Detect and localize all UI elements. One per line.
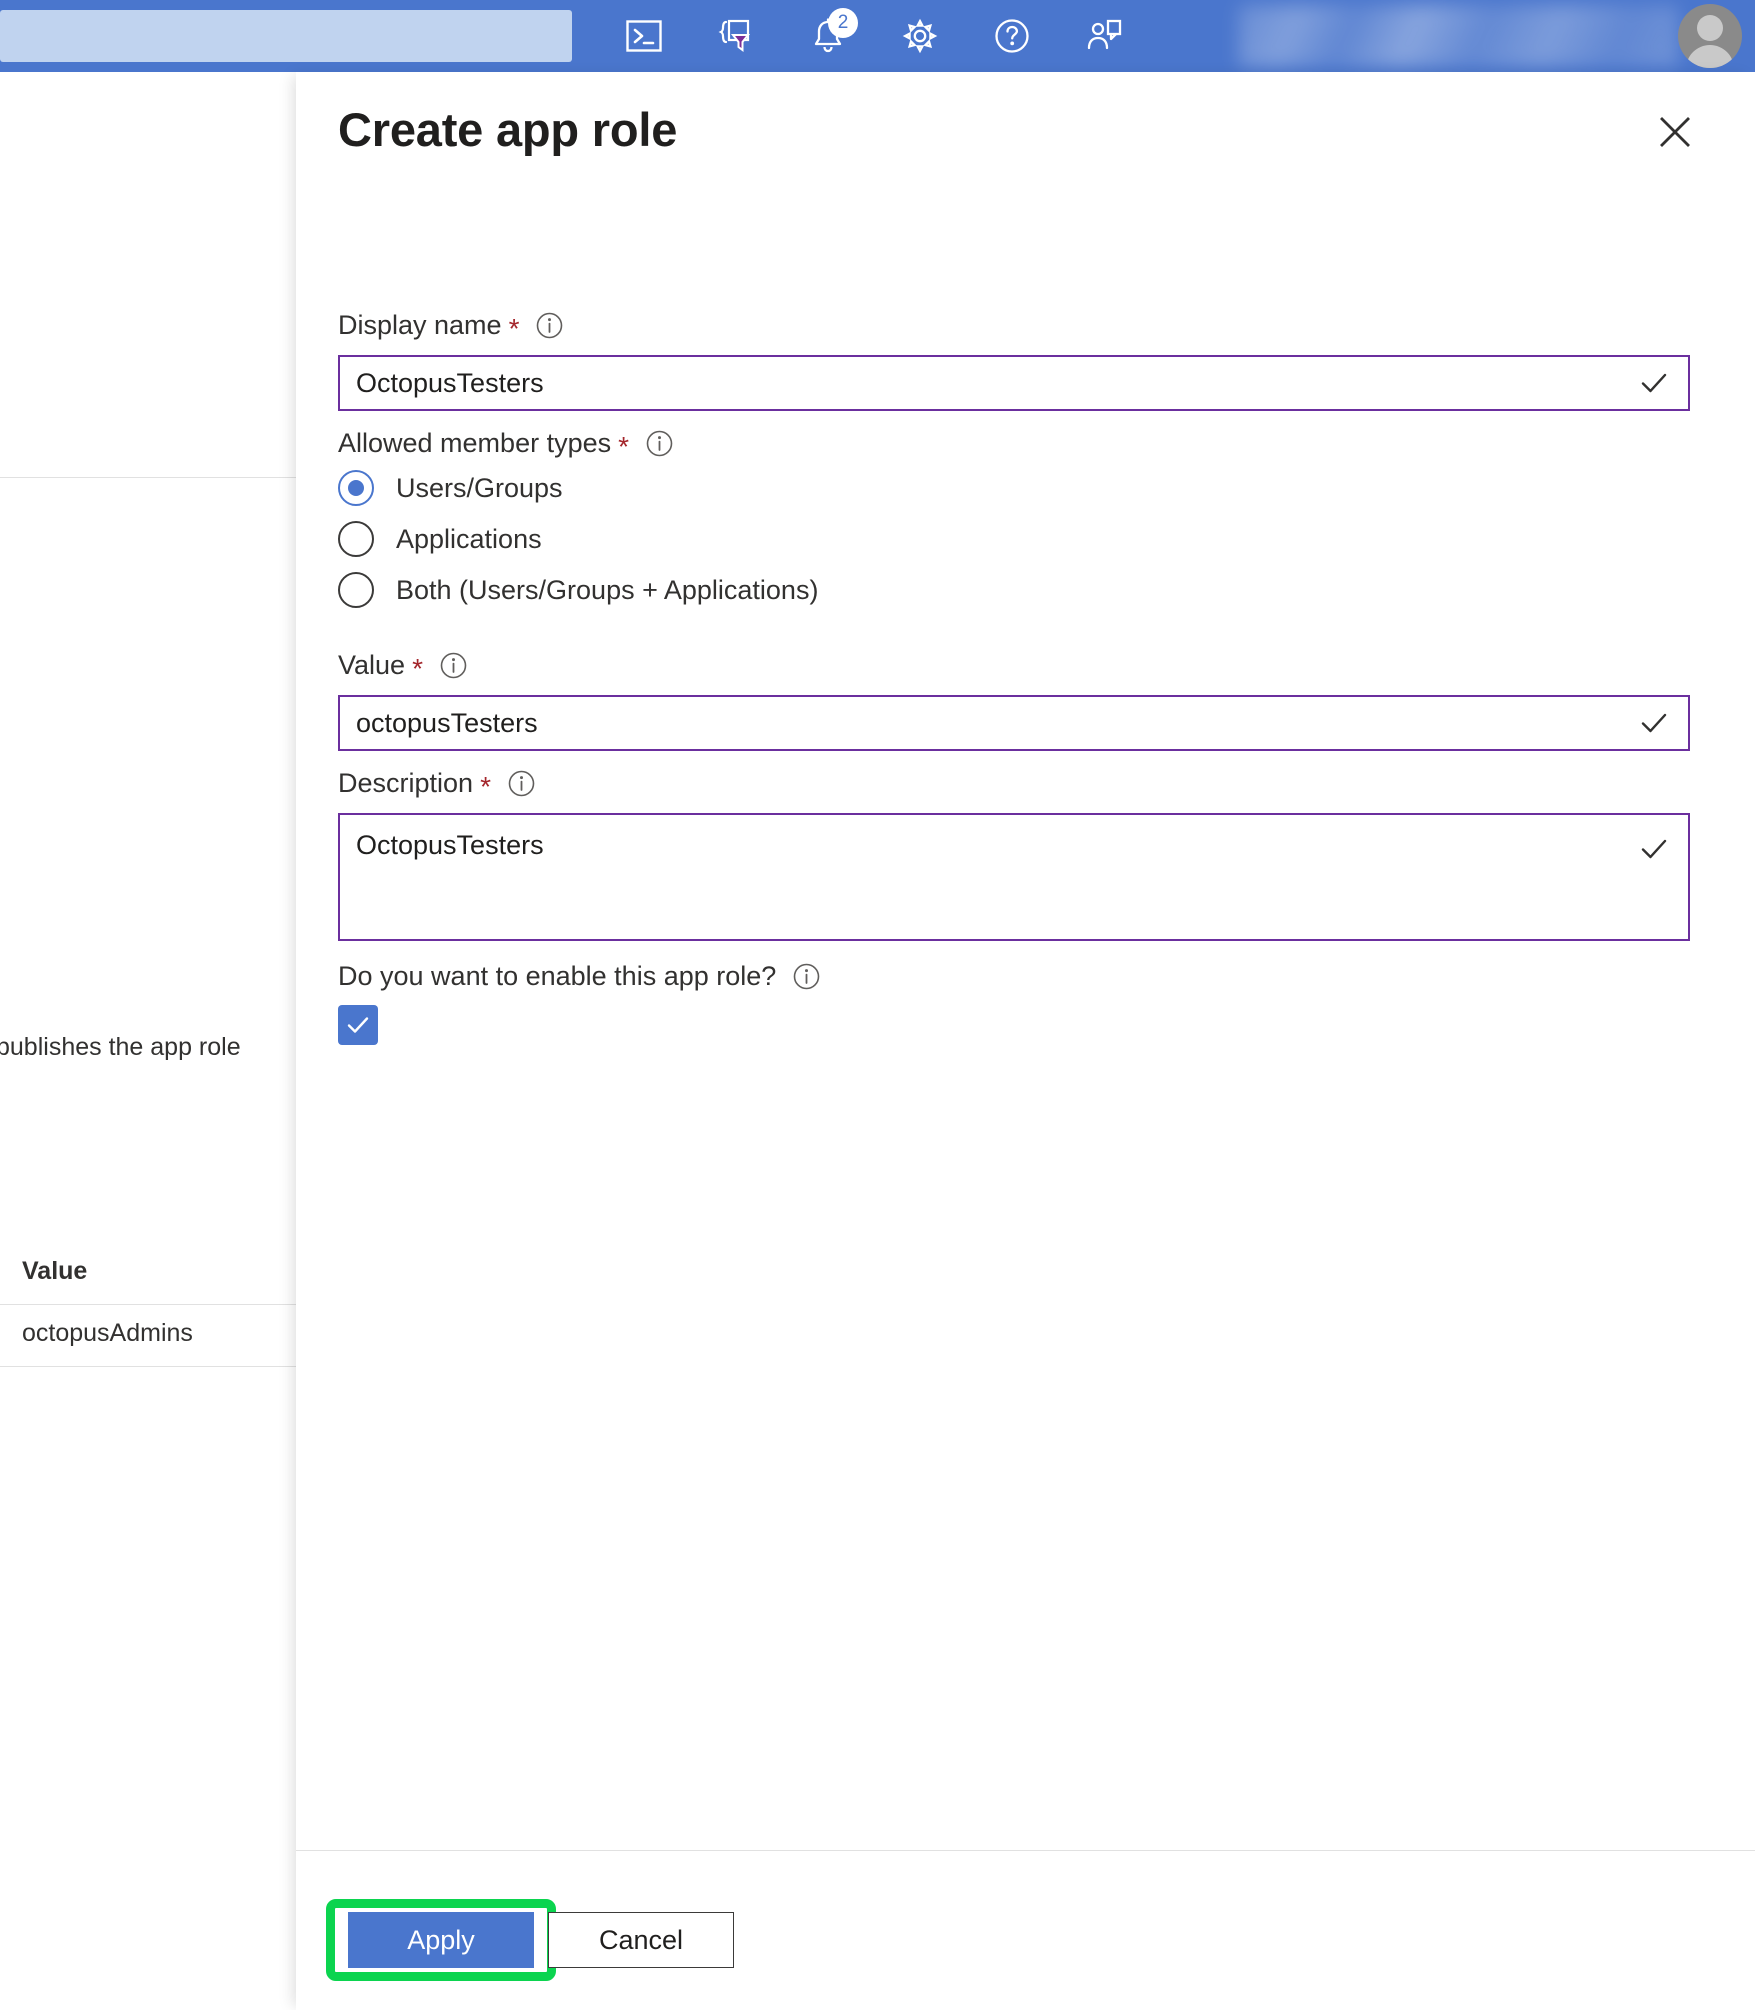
value-input-value: octopusTesters (356, 708, 1636, 739)
create-app-role-panel: Create app role Display name * (296, 72, 1755, 2010)
radio-applications[interactable]: Applications (338, 517, 542, 561)
background-table-cell-value: octopusAdmins (22, 1319, 193, 1348)
radio-both[interactable]: Both (Users/Groups + Applications) (338, 568, 818, 612)
allowed-member-types-label: Allowed member types * (338, 428, 673, 459)
top-navigation-bar: 2 (0, 0, 1755, 72)
account-info-redacted[interactable] (1238, 5, 1678, 67)
valid-check-icon (1636, 365, 1672, 401)
panel-footer: Apply Cancel (296, 1850, 1755, 2010)
allowed-member-types-label-text: Allowed member types (338, 428, 611, 459)
help-question-icon[interactable] (990, 14, 1034, 58)
radio-selected-icon (338, 470, 374, 506)
notification-count-badge: 2 (828, 8, 858, 38)
radio-unselected-icon (338, 521, 374, 557)
required-marker: * (480, 773, 491, 801)
cloud-shell-icon[interactable] (622, 14, 666, 58)
global-search-input[interactable] (0, 10, 572, 62)
background-card: publishes the app role Value octopusAdmi… (0, 477, 296, 1934)
radio-applications-label: Applications (396, 524, 542, 555)
avatar-body (1686, 45, 1734, 68)
apply-button[interactable]: Apply (348, 1912, 534, 1968)
value-input[interactable]: octopusTesters (338, 695, 1690, 751)
value-label: Value * (338, 650, 467, 681)
background-table-header: Value (0, 1243, 296, 1305)
cancel-button[interactable]: Cancel (548, 1912, 734, 1968)
info-icon[interactable] (646, 430, 673, 457)
description-label: Description * (338, 768, 535, 799)
settings-gear-icon[interactable] (898, 14, 942, 58)
app-role-form: Display name * OctopusTesters (296, 232, 1755, 1850)
info-icon[interactable] (440, 652, 467, 679)
required-marker: * (509, 315, 520, 343)
checkmark-icon (345, 1012, 371, 1038)
description-input[interactable]: OctopusTesters (338, 813, 1690, 941)
display-name-label: Display name * (338, 310, 563, 341)
radio-users-groups[interactable]: Users/Groups (338, 466, 563, 510)
value-label-text: Value (338, 650, 405, 681)
directories-filter-icon[interactable] (714, 14, 758, 58)
notifications-bell-icon[interactable]: 2 (806, 14, 850, 58)
avatar[interactable] (1678, 4, 1742, 68)
table-row[interactable]: octopusAdmins (0, 1305, 296, 1367)
topbar-icon-group: 2 (622, 0, 1126, 72)
description-input-value: OctopusTesters (356, 829, 1636, 861)
close-icon[interactable] (1651, 108, 1699, 156)
required-marker: * (618, 433, 629, 461)
display-name-label-text: Display name (338, 310, 502, 341)
enable-app-role-label: Do you want to enable this app role? (338, 961, 820, 992)
page-title: Create app role (338, 102, 677, 157)
radio-unselected-icon (338, 572, 374, 608)
radio-users-groups-label: Users/Groups (396, 473, 563, 504)
radio-both-label: Both (Users/Groups + Applications) (396, 575, 818, 606)
enable-app-role-label-text: Do you want to enable this app role? (338, 961, 776, 992)
background-blade: publishes the app role Value octopusAdmi… (0, 72, 300, 1972)
avatar-head (1697, 15, 1723, 41)
valid-check-icon (1636, 705, 1672, 741)
display-name-input[interactable]: OctopusTesters (338, 355, 1690, 411)
background-table-column-value: Value (22, 1257, 87, 1286)
valid-check-icon (1636, 831, 1672, 867)
info-icon[interactable] (508, 770, 535, 797)
info-icon[interactable] (793, 963, 820, 990)
enable-app-role-checkbox[interactable] (338, 1005, 378, 1045)
display-name-value: OctopusTesters (356, 368, 1636, 399)
description-label-text: Description (338, 768, 473, 799)
feedback-person-icon[interactable] (1082, 14, 1126, 58)
info-icon[interactable] (536, 312, 563, 339)
azure-portal-screen: publishes the app role Value octopusAdmi… (0, 0, 1755, 2010)
background-description-text: publishes the app role (0, 1033, 296, 1062)
required-marker: * (412, 655, 423, 683)
